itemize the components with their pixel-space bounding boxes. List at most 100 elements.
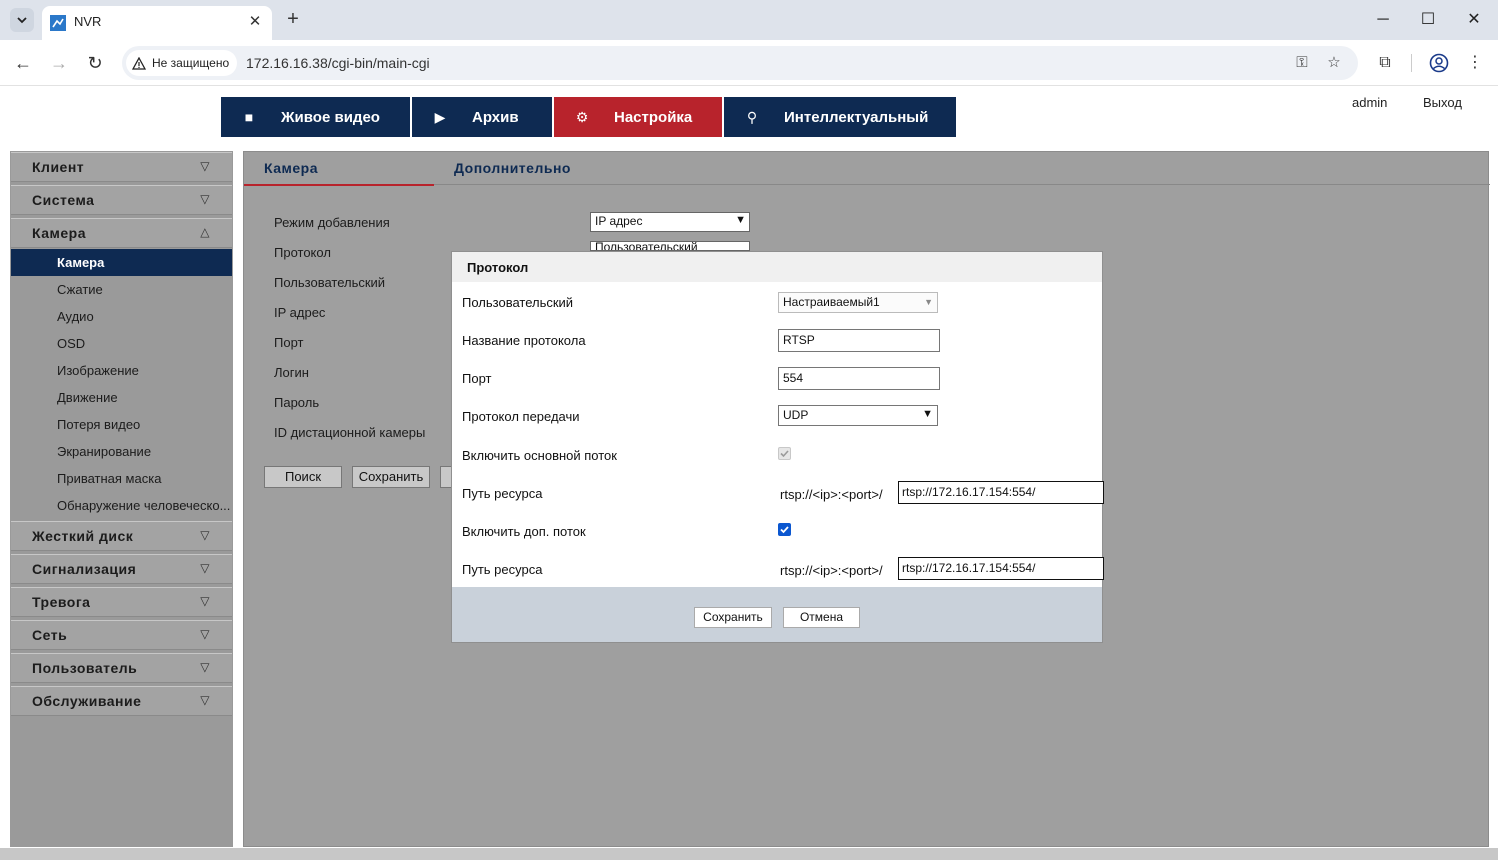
sidebar-item-privacy-mask[interactable]: Приватная маска <box>11 465 232 492</box>
label-resource-path-sub: Путь ресурса <box>462 562 543 577</box>
chevron-down-icon: ▽ <box>200 192 210 206</box>
sidebar-section-label: Сигнализация <box>32 561 137 577</box>
label-protocol: Протокол <box>274 245 331 260</box>
sidebar-section-alarm[interactable]: Тревога ▽ <box>11 587 232 617</box>
gear-icon: ⚙ <box>575 108 589 125</box>
reload-icon[interactable]: ↻ <box>83 51 107 75</box>
sidebar-item-osd[interactable]: OSD <box>11 330 232 357</box>
sidebar-section-label: Клиент <box>32 159 85 175</box>
close-window-button[interactable]: ✕ <box>1462 8 1486 32</box>
dialog-save-button[interactable]: Сохранить <box>694 607 772 628</box>
port-input[interactable]: 554 <box>778 367 940 390</box>
dialog-title: Протокол <box>467 260 529 275</box>
current-user: admin <box>1352 95 1388 110</box>
label-enable-sub-stream: Включить доп. поток <box>462 524 586 539</box>
sidebar-item-image[interactable]: Изображение <box>11 357 232 384</box>
chevron-down-icon <box>17 17 27 24</box>
nav-intelligent[interactable]: ⚲ Интеллектуальный <box>724 97 956 137</box>
extensions-puzzle-icon[interactable]: ⧉ <box>1374 52 1396 74</box>
password-key-icon[interactable]: ⚿ <box>1292 54 1312 72</box>
security-indicator[interactable]: Не защищено <box>126 50 238 76</box>
profile-avatar-icon[interactable] <box>1429 53 1449 73</box>
protocol-name-input[interactable]: RTSP <box>778 329 940 352</box>
main-stream-checkbox[interactable] <box>778 447 791 460</box>
sidebar-item-compression[interactable]: Сжатие <box>11 276 232 303</box>
tabs-divider <box>434 184 1490 185</box>
sidebar-item-camera[interactable]: Камера <box>11 249 232 276</box>
tab-title: NVR <box>74 14 102 29</box>
bookmark-star-icon[interactable]: ☆ <box>1324 54 1344 72</box>
nvr-favicon-icon <box>50 15 66 31</box>
label-enable-main-stream: Включить основной поток <box>462 448 617 463</box>
nav-settings[interactable]: ⚙ Настройка <box>554 97 722 137</box>
maximize-button[interactable]: ☐ <box>1416 8 1440 32</box>
tab-close-icon[interactable]: ✕ <box>246 13 264 31</box>
sidebar-section-network[interactable]: Сеть ▽ <box>11 620 232 650</box>
checkmark-icon <box>780 526 789 534</box>
sidebar-section-label: Камера <box>32 225 86 241</box>
warning-icon <box>132 56 146 70</box>
settings-sidebar: Клиент ▽ Система ▽ Камера △ Камера Сжати… <box>10 151 233 847</box>
sidebar-item-motion[interactable]: Движение <box>11 384 232 411</box>
label-port: Порт <box>274 335 304 350</box>
label-custom: Пользовательский <box>274 275 386 290</box>
sidebar-section-label: Сеть <box>32 627 68 643</box>
nav-live-video-label: Живое видео <box>281 108 380 126</box>
path-prefix-main: rtsp://<ip>:<port>/ <box>780 487 883 502</box>
tab-search-button[interactable] <box>10 8 34 32</box>
sidebar-item-audio[interactable]: Аудио <box>11 303 232 330</box>
nav-live-video[interactable]: ■ Живое видео <box>221 97 410 137</box>
save-button[interactable]: Сохранить <box>352 466 430 488</box>
transport-protocol-select[interactable]: UDP ▼ <box>778 405 938 426</box>
search-button[interactable]: Поиск <box>264 466 342 488</box>
playback-icon: ▶ <box>434 108 446 125</box>
dialog-cancel-button[interactable]: Отмена <box>783 607 860 628</box>
sidebar-item-tamper[interactable]: Экранирование <box>11 438 232 465</box>
protocol-select[interactable]: Пользовательский <box>590 241 750 251</box>
add-mode-select[interactable]: IP адрес ▼ <box>590 212 750 232</box>
tab-camera[interactable]: Камера <box>264 160 318 176</box>
logout-link[interactable]: Выход <box>1423 95 1462 110</box>
chevron-up-icon: △ <box>200 225 210 239</box>
nav-archive[interactable]: ▶ Архив <box>412 97 552 137</box>
sidebar-section-system[interactable]: Система ▽ <box>11 185 232 215</box>
sidebar-item-video-loss[interactable]: Потеря видео <box>11 411 232 438</box>
browser-tab-nvr[interactable]: NVR ✕ <box>42 6 272 40</box>
sidebar-section-hdd[interactable]: Жесткий диск ▽ <box>11 521 232 551</box>
label-password: Пароль <box>274 395 320 410</box>
sub-stream-path-input[interactable]: rtsp://172.16.17.154:554/ <box>898 557 1104 580</box>
chevron-down-icon: ▽ <box>200 627 210 641</box>
sidebar-section-camera[interactable]: Камера △ <box>11 218 232 248</box>
tab-advanced[interactable]: Дополнительно <box>454 160 571 176</box>
browser-toolbar: ← → ↻ Не защищено 172.16.16.38/cgi-bin/m… <box>0 40 1498 86</box>
sub-stream-checkbox[interactable] <box>778 523 791 536</box>
label-ip-address: IP адрес <box>274 305 326 320</box>
chevron-down-icon: ▽ <box>200 660 210 674</box>
dialog-footer: Сохранить Отмена <box>452 587 1102 642</box>
sidebar-section-client[interactable]: Клиент ▽ <box>11 152 232 182</box>
minimize-button[interactable]: ─ <box>1371 8 1395 32</box>
sidebar-section-maintenance[interactable]: Обслуживание ▽ <box>11 686 232 716</box>
label-port: Порт <box>462 371 492 386</box>
sidebar-section-label: Система <box>32 192 95 208</box>
main-stream-path-input[interactable]: rtsp://172.16.17.154:554/ <box>898 481 1104 504</box>
sidebar-section-user[interactable]: Пользователь ▽ <box>11 653 232 683</box>
path-prefix-sub: rtsp://<ip>:<port>/ <box>780 563 883 578</box>
sidebar-item-human-detection[interactable]: Обнаружение человеческо... <box>11 492 232 519</box>
sidebar-section-label: Обслуживание <box>32 693 142 709</box>
browser-menu-icon[interactable]: ⋮ <box>1464 52 1486 74</box>
sidebar-section-signaling[interactable]: Сигнализация ▽ <box>11 554 232 584</box>
new-tab-button[interactable]: + <box>282 8 304 30</box>
label-add-mode: Режим добавления <box>274 215 390 230</box>
address-bar[interactable]: Не защищено 172.16.16.38/cgi-bin/main-cg… <box>122 46 1358 80</box>
url-text[interactable]: 172.16.16.38/cgi-bin/main-cgi <box>246 55 430 71</box>
label-resource-path-main: Путь ресурса <box>462 486 543 501</box>
back-arrow-icon[interactable]: ← <box>11 51 35 75</box>
nav-intelligent-label: Интеллектуальный <box>784 108 929 126</box>
custom-protocol-select[interactable]: Настраиваемый1 ▼ <box>778 292 938 313</box>
chevron-down-icon: ▽ <box>200 561 210 575</box>
label-remote-camera-id: ID дистационной камеры <box>274 425 426 440</box>
forward-arrow-icon[interactable]: → <box>47 51 71 75</box>
chevron-down-icon: ▽ <box>200 693 210 707</box>
checkmark-icon <box>780 450 789 458</box>
